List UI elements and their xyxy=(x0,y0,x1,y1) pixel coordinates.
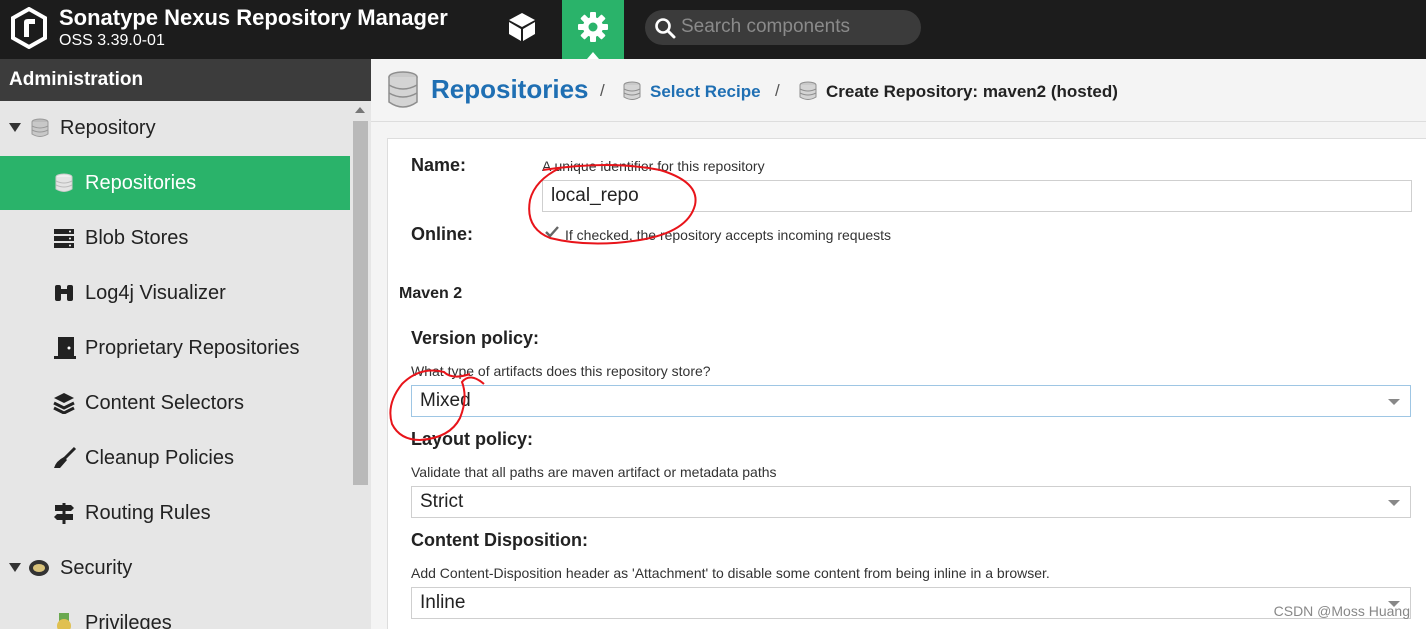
app-title: Sonatype Nexus Repository Manager xyxy=(59,5,448,30)
chevron-down-icon[interactable] xyxy=(1388,500,1400,506)
sidebar-item-label: Proprietary Repositories xyxy=(85,336,300,359)
version-policy-help: What type of artifacts does this reposit… xyxy=(411,363,711,379)
layers-icon xyxy=(52,391,76,415)
expand-triangle-icon[interactable] xyxy=(9,563,21,572)
sidebar-item-privileges[interactable]: Privileges xyxy=(0,596,350,629)
database-icon xyxy=(623,81,641,106)
layout-policy-help: Validate that all paths are maven artifa… xyxy=(411,464,777,480)
search-icon xyxy=(654,17,676,44)
content-disposition-select[interactable]: Inline xyxy=(411,587,1411,619)
sidebar-item-label: Routing Rules xyxy=(85,501,211,524)
database-icon xyxy=(799,81,817,106)
sidebar-heading: Administration xyxy=(0,59,371,101)
name-label: Name: xyxy=(411,155,467,175)
content-disposition-label: Content Disposition: xyxy=(411,530,588,550)
layout-policy-select[interactable]: Strict xyxy=(411,486,1411,518)
layout-policy-value: Strict xyxy=(420,491,464,512)
sidebar-item-cleanup-policies[interactable]: Cleanup Policies xyxy=(0,431,350,485)
scrollbar-thumb[interactable] xyxy=(353,121,368,485)
sidebar-item-label: Repositories xyxy=(85,171,197,194)
sidebar-item-repository[interactable]: Repository xyxy=(0,101,350,155)
version-policy-select[interactable]: Mixed xyxy=(411,385,1411,417)
sidebar-item-label: Cleanup Policies xyxy=(85,446,234,469)
sidebar-scrollbar[interactable] xyxy=(350,101,371,629)
medal-icon xyxy=(52,611,76,629)
sidebar-item-label: Privileges xyxy=(85,611,172,629)
nexus-logo-icon[interactable] xyxy=(10,6,48,50)
sidebar-item-label: Content Selectors xyxy=(85,391,244,414)
sidebar-item-routing-rules[interactable]: Routing Rules xyxy=(0,486,350,540)
server-icon xyxy=(52,226,76,250)
door-icon xyxy=(53,336,77,360)
sidebar-item-content-selectors[interactable]: Content Selectors xyxy=(0,376,350,430)
name-field[interactable] xyxy=(542,180,1412,212)
database-icon xyxy=(387,71,419,114)
content-disposition-value: Inline xyxy=(420,592,466,613)
cube-icon xyxy=(505,10,539,49)
online-checkbox[interactable] xyxy=(544,224,560,240)
search-box[interactable] xyxy=(645,10,921,45)
chevron-down-icon[interactable] xyxy=(1388,399,1400,405)
admin-sidebar: Administration Repository Repositories B… xyxy=(0,59,371,629)
app-version: OSS 3.39.0-01 xyxy=(59,32,165,49)
breadcrumb: Repositories / Select Recipe / Create Re… xyxy=(371,59,1426,122)
sidebar-item-label: Log4j Visualizer xyxy=(85,281,226,304)
signpost-icon xyxy=(52,501,76,525)
browse-button[interactable] xyxy=(490,0,554,59)
main-content: Name: A unique identifier for this repos… xyxy=(371,122,1426,629)
breadcrumb-repositories-link[interactable]: Repositories xyxy=(431,74,589,105)
search-input[interactable] xyxy=(681,15,911,39)
scroll-up-arrow-icon[interactable] xyxy=(355,107,365,113)
sidebar-item-blob-stores[interactable]: Blob Stores xyxy=(0,211,350,265)
sidebar-item-label: Blob Stores xyxy=(85,226,189,249)
broom-icon xyxy=(53,446,77,470)
sidebar-item-repositories[interactable]: Repositories xyxy=(0,156,350,210)
binoculars-icon xyxy=(52,281,76,305)
sidebar-item-proprietary-repositories[interactable]: Proprietary Repositories xyxy=(0,321,350,375)
maven2-section-title: Maven 2 xyxy=(399,285,463,302)
watermark: CSDN @Moss Huang xyxy=(1273,603,1410,619)
administration-button[interactable] xyxy=(562,0,624,59)
expand-triangle-icon[interactable] xyxy=(9,123,21,132)
version-policy-value: Mixed xyxy=(420,390,471,411)
breadcrumb-current: Create Repository: maven2 (hosted) xyxy=(826,82,1118,101)
active-caret xyxy=(587,52,599,59)
sidebar-item-label: Repository xyxy=(60,116,156,139)
gear-icon xyxy=(577,11,609,48)
top-header: Sonatype Nexus Repository Manager OSS 3.… xyxy=(0,0,1426,59)
breadcrumb-separator: / xyxy=(775,81,780,100)
sidebar-item-security[interactable]: Security xyxy=(0,541,350,595)
breadcrumb-separator: / xyxy=(600,81,605,100)
database-icon xyxy=(52,171,76,195)
version-policy-label: Version policy: xyxy=(411,328,540,348)
sidebar-item-log4j-visualizer[interactable]: Log4j Visualizer xyxy=(0,266,350,320)
layout-policy-label: Layout policy: xyxy=(411,429,534,449)
content-disposition-help: Add Content-Disposition header as 'Attac… xyxy=(411,565,1050,581)
online-help: If checked, the repository accepts incom… xyxy=(565,227,892,243)
online-label: Online: xyxy=(411,224,473,244)
sidebar-item-label: Security xyxy=(60,556,133,579)
create-repository-form: Name: A unique identifier for this repos… xyxy=(387,138,1426,629)
name-help: A unique identifier for this repository xyxy=(542,158,765,174)
badge-icon xyxy=(27,556,51,580)
database-icon xyxy=(28,116,52,140)
breadcrumb-select-recipe-link[interactable]: Select Recipe xyxy=(650,82,761,102)
